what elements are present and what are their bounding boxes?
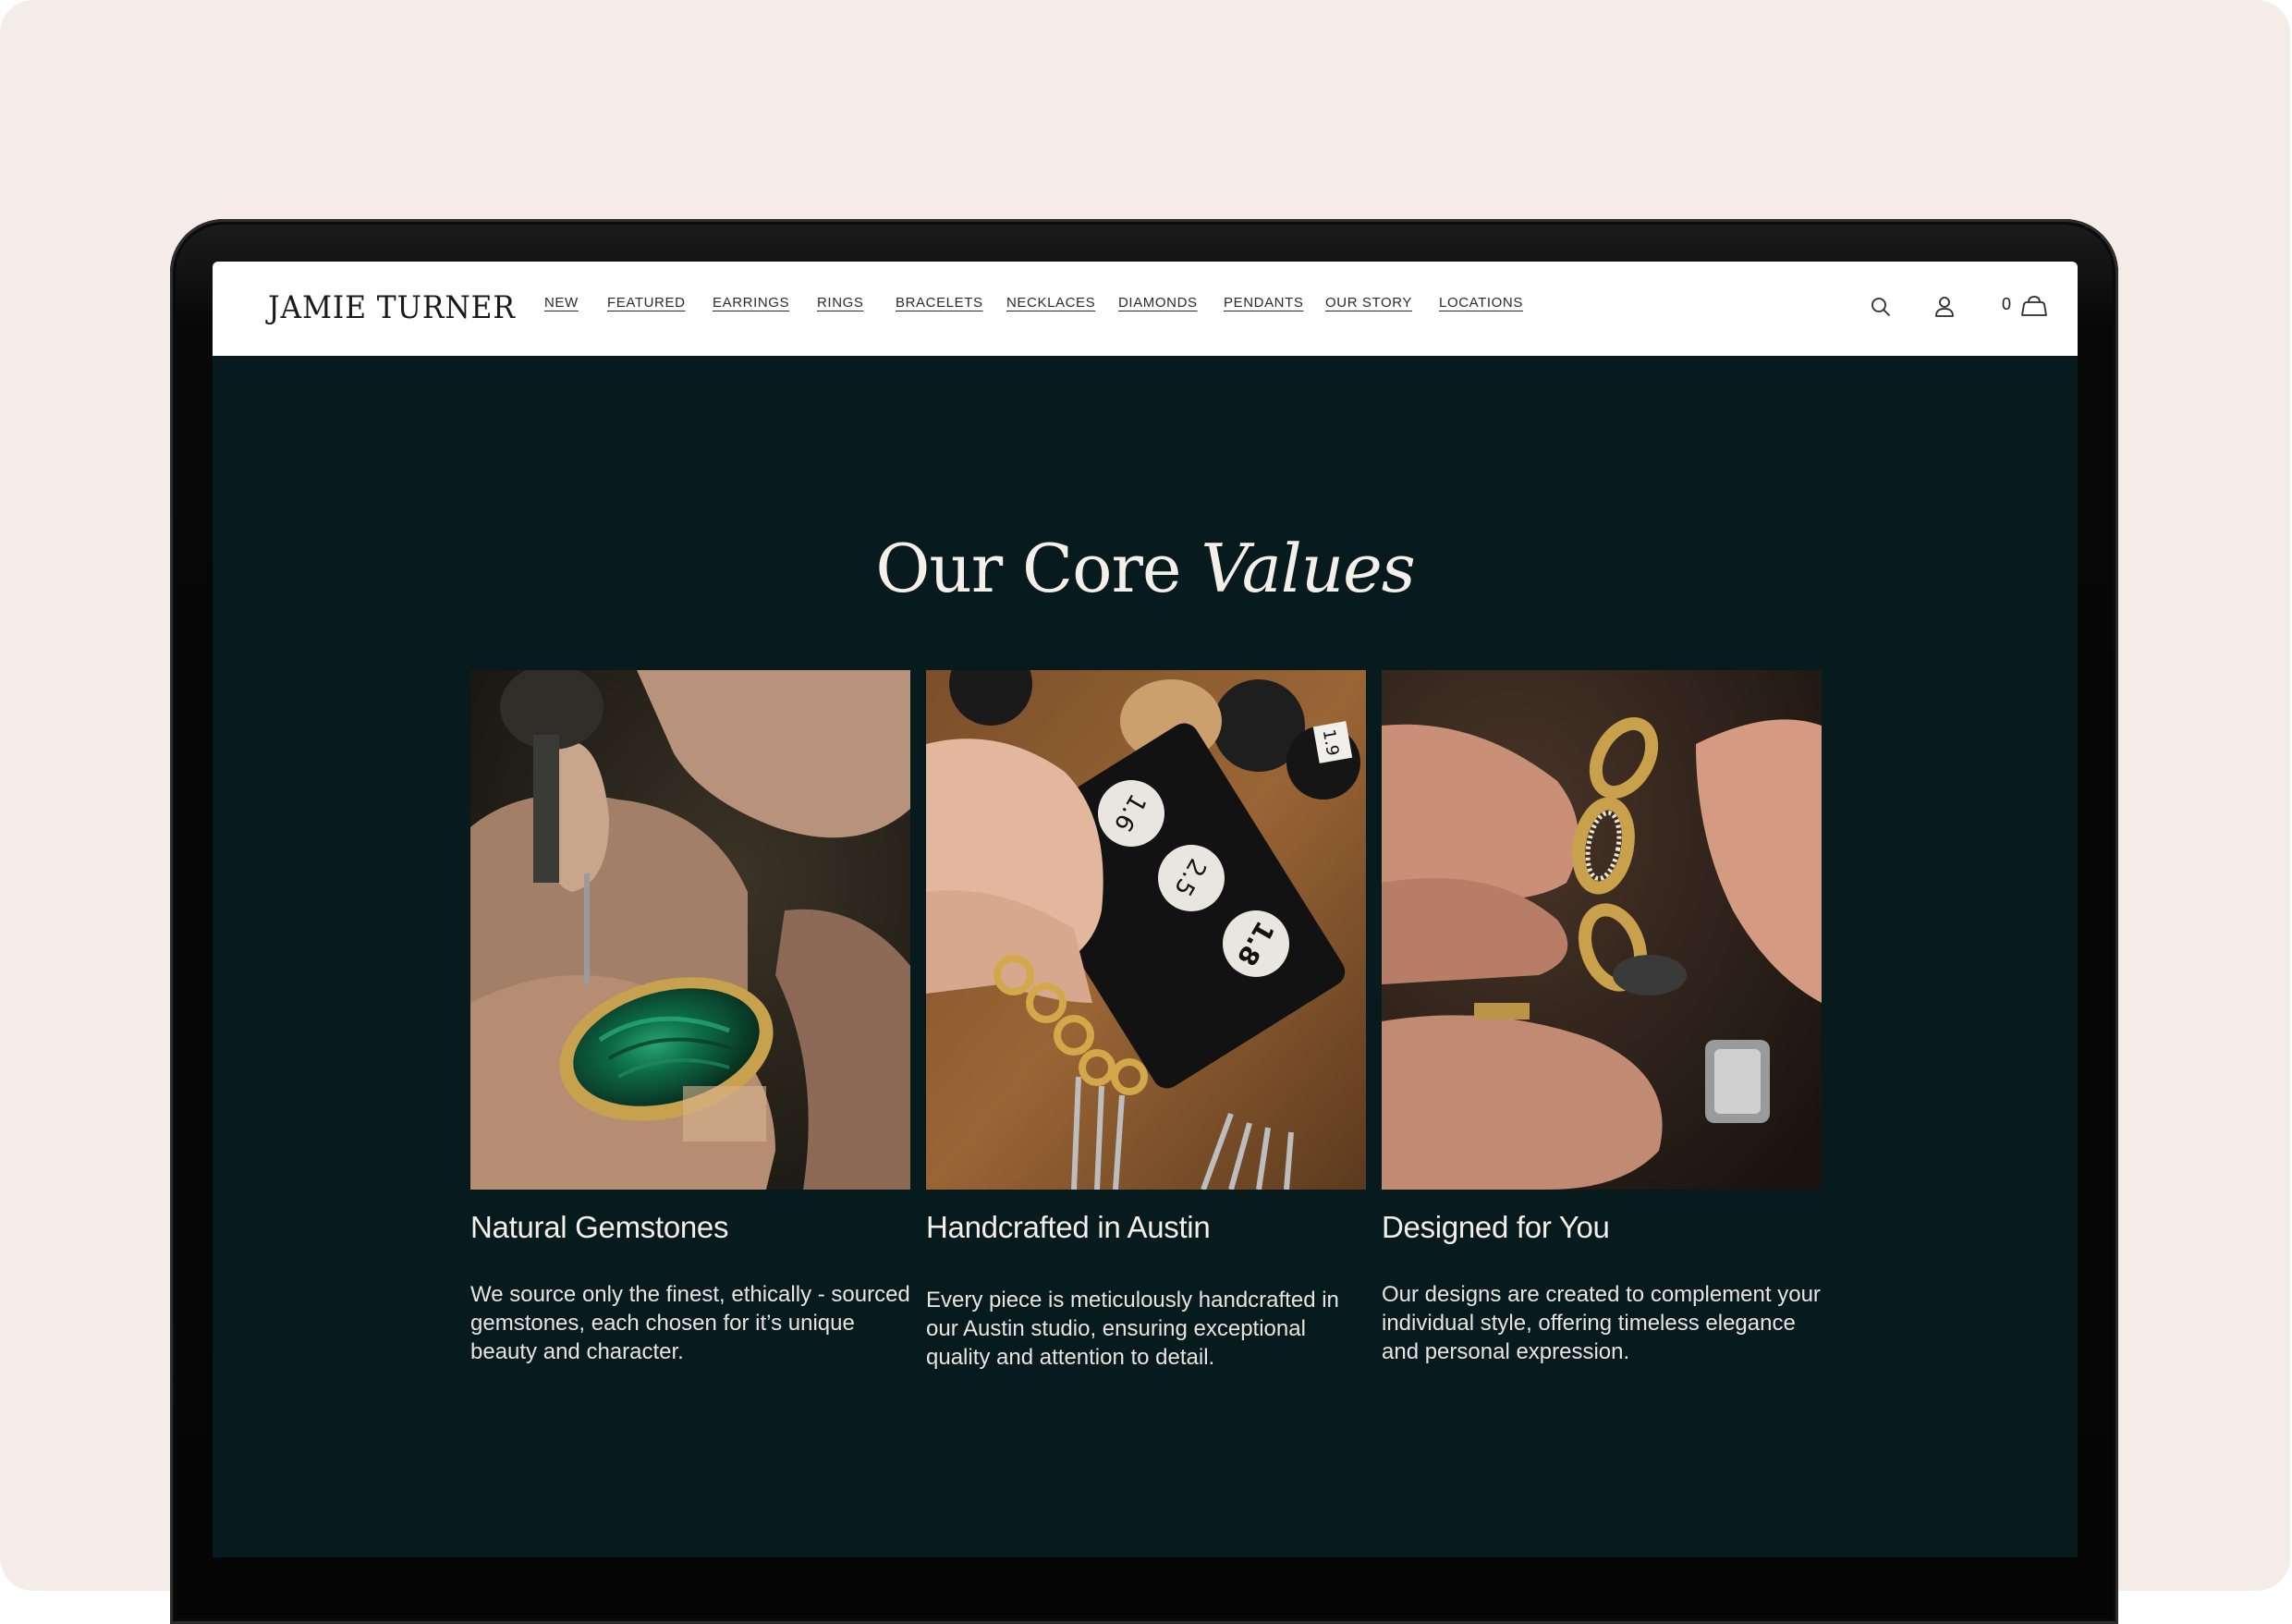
title-italic: Values — [1201, 530, 1415, 608]
nav-item-diamonds[interactable]: DIAMONDS — [1118, 295, 1198, 311]
bag-icon[interactable] — [2018, 293, 2050, 321]
value-title: Handcrafted in Austin — [926, 1210, 1211, 1244]
nav-item-rings[interactable]: RINGS — [817, 295, 864, 311]
header-actions: 0 — [1800, 262, 2078, 356]
value-card-handcrafted: 1.6 2.5 1.8 1.9 Handcrafted in Austin Ev… — [926, 670, 1366, 1370]
nav-item-new[interactable]: NEW — [544, 295, 579, 311]
nav-item-our-story[interactable]: OUR STORY — [1325, 295, 1412, 311]
value-card-designed: Designed for You Our designs are created… — [1382, 670, 1822, 1364]
user-icon[interactable] — [1931, 293, 1958, 321]
gemstone-ring-photo — [470, 670, 910, 1190]
bracelet-photo — [1382, 670, 1822, 1190]
value-body: We source only the finest, ethically - s… — [470, 1282, 910, 1364]
nav-item-earrings[interactable]: EARRINGS — [713, 295, 789, 311]
search-icon[interactable] — [1867, 293, 1895, 321]
value-title: Natural Gemstones — [470, 1210, 729, 1244]
nav-item-bracelets[interactable]: BRACELETS — [896, 295, 983, 311]
brand-logo[interactable]: JAMIE TURNER — [268, 289, 516, 326]
nav-item-locations[interactable]: LOCATIONS — [1439, 295, 1523, 311]
cart-count: 0 — [2002, 295, 2012, 313]
nav-item-pendants[interactable]: PENDANTS — [1224, 295, 1303, 311]
site-header: JAMIE TURNER NEW FEATURED EARRINGS RINGS… — [213, 262, 2078, 356]
value-title: Designed for You — [1382, 1210, 1610, 1244]
value-body: Our designs are created to complement yo… — [1382, 1282, 1821, 1364]
title-plain: Our Core — [875, 530, 1201, 608]
value-card-gemstones: Natural Gemstones We source only the fin… — [470, 670, 910, 1364]
value-body: Every piece is meticulously handcrafted … — [926, 1288, 1339, 1370]
nav-item-necklaces[interactable]: NECKLACES — [1006, 295, 1095, 311]
browser-viewport: JAMIE TURNER NEW FEATURED EARRINGS RINGS… — [213, 262, 2078, 1557]
section-title: Our Core Values — [213, 530, 2078, 607]
nav-item-featured[interactable]: FEATURED — [607, 295, 686, 311]
workbench-photo: 1.6 2.5 1.8 1.9 — [926, 670, 1366, 1190]
